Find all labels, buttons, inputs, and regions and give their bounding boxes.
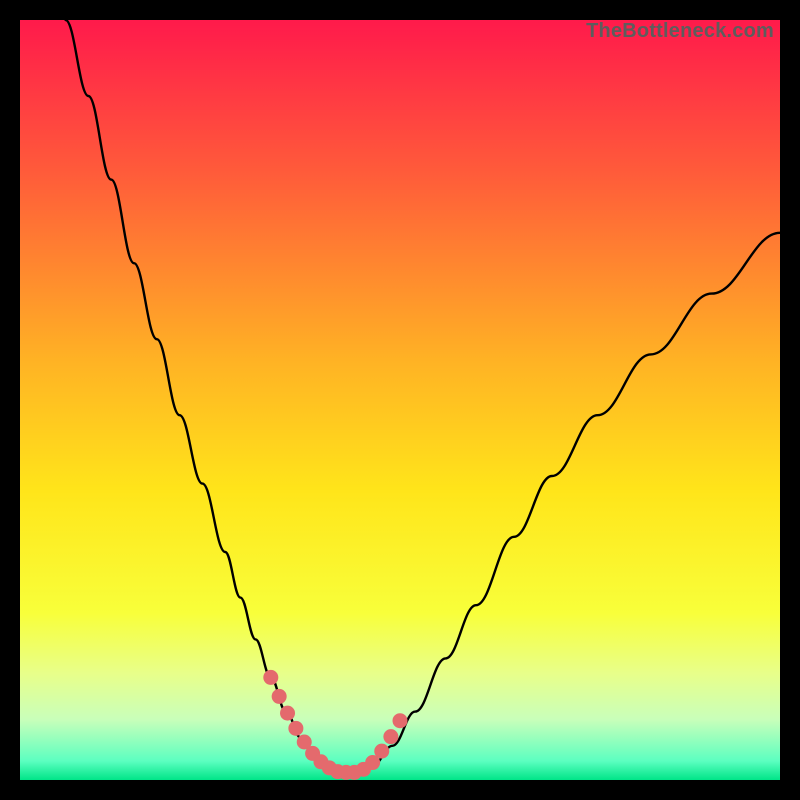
marker-dot [374,744,389,759]
chart-frame: TheBottleneck.com [20,20,780,780]
marker-dot [263,670,278,685]
marker-dot [280,706,295,721]
gradient-background [20,20,780,780]
marker-dot [393,713,408,728]
marker-dot [272,689,287,704]
bottleneck-chart [20,20,780,780]
marker-dot [288,721,303,736]
marker-dot [383,729,398,744]
watermark-text: TheBottleneck.com [586,20,774,43]
